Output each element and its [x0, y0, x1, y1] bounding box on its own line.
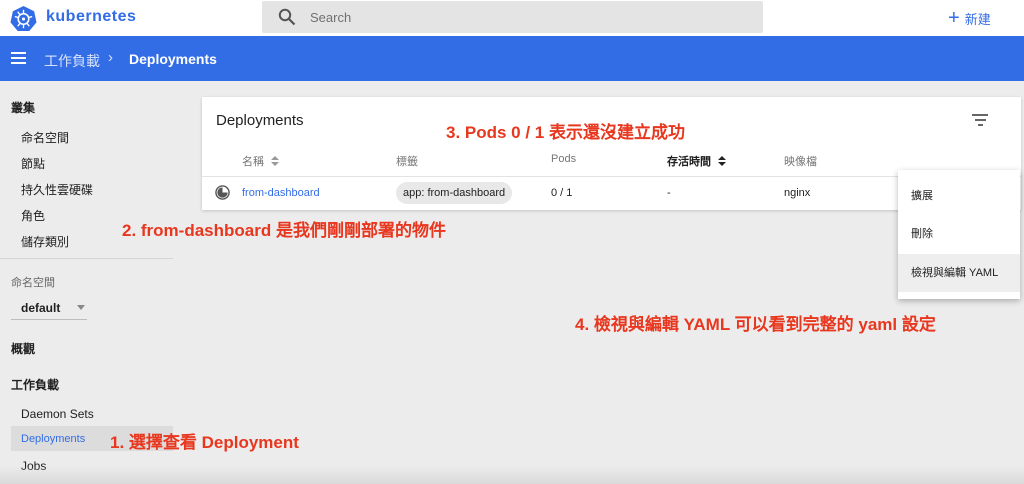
search-bar[interactable]	[262, 1, 763, 33]
sidebar-item-persistent-volumes[interactable]: 持久性雲硬碟	[21, 181, 93, 198]
menu-item-scale[interactable]: 擴展	[898, 177, 1020, 215]
sidebar-divider	[0, 258, 173, 259]
plus-icon: +	[948, 7, 960, 29]
namespace-select-value: default	[21, 301, 61, 315]
annotation-step-3: 3. Pods 0 / 1 表示還沒建立成功	[446, 123, 685, 142]
sidebar-item-jobs[interactable]: Jobs	[21, 459, 46, 473]
filter-icon[interactable]	[972, 114, 988, 126]
column-header-name[interactable]: 名稱	[242, 153, 280, 169]
page-title: Deployments	[129, 51, 217, 67]
sidebar-heading-cluster[interactable]: 叢集	[11, 99, 35, 116]
kubernetes-logo-icon[interactable]	[10, 5, 37, 32]
sort-ascending-icon	[718, 156, 727, 167]
row-action-menu: 擴展 刪除 檢視與編輯 YAML	[898, 170, 1020, 299]
search-input[interactable]	[310, 1, 750, 33]
sidebar: 叢集 命名空間 節點 持久性雲硬碟 角色 儲存類別 命名空間 default 概…	[0, 81, 173, 484]
menu-item-view-edit-yaml[interactable]: 檢視與編輯 YAML	[898, 254, 1020, 292]
sidebar-item-overview[interactable]: 概觀	[11, 340, 35, 357]
annotation-step-4: 4. 檢視與編輯 YAML 可以看到完整的 yaml 設定	[575, 315, 936, 334]
age-value: -	[667, 187, 671, 199]
namespace-select[interactable]: default	[11, 294, 87, 320]
page-header: 工作負載 › Deployments	[0, 36, 1024, 81]
menu-item-delete[interactable]: 刪除	[898, 215, 1020, 253]
top-bar: kubernetes + 新建	[0, 0, 1024, 36]
column-header-age[interactable]: 存活時間	[667, 153, 727, 169]
label-chip: app: from-dashboard	[396, 182, 513, 204]
hamburger-menu-icon[interactable]	[11, 52, 26, 64]
sidebar-item-roles[interactable]: 角色	[21, 207, 45, 224]
column-header-age-label: 存活時間	[667, 156, 711, 168]
create-button[interactable]: + 新建	[948, 7, 991, 29]
namespace-selector-label: 命名空間	[11, 277, 55, 289]
card-title: Deployments	[216, 112, 304, 129]
dropdown-caret-icon	[77, 305, 85, 310]
sidebar-item-storage-classes[interactable]: 儲存類別	[21, 233, 69, 250]
column-header-name-label: 名稱	[242, 156, 264, 168]
sort-icon	[271, 156, 280, 167]
breadcrumb-workloads[interactable]: 工作負載	[44, 51, 100, 71]
column-header-labels: 標籤	[396, 156, 418, 168]
search-icon	[278, 8, 296, 26]
sidebar-item-namespaces[interactable]: 命名空間	[21, 129, 69, 146]
create-button-label: 新建	[964, 11, 991, 27]
sidebar-item-daemon-sets[interactable]: Daemon Sets	[21, 407, 94, 421]
pods-count: 0 / 1	[551, 187, 573, 199]
deployment-name-link[interactable]: from-dashboard	[242, 187, 320, 199]
sidebar-item-nodes[interactable]: 節點	[21, 155, 45, 172]
column-header-images: 映像檔	[784, 156, 817, 168]
brand-name[interactable]: kubernetes	[46, 8, 136, 26]
image-value: nginx	[784, 187, 811, 199]
column-header-pods: Pods	[551, 153, 577, 165]
pending-status-icon	[215, 185, 230, 200]
annotation-step-1: 1. 選擇查看 Deployment	[110, 433, 299, 452]
chevron-right-icon: ›	[108, 49, 113, 66]
sidebar-heading-workloads[interactable]: 工作負載	[11, 376, 59, 393]
sidebar-item-deployments[interactable]: Deployments	[21, 433, 85, 445]
annotation-step-2: 2. from-dashboard 是我們剛剛部署的物件	[122, 221, 446, 240]
